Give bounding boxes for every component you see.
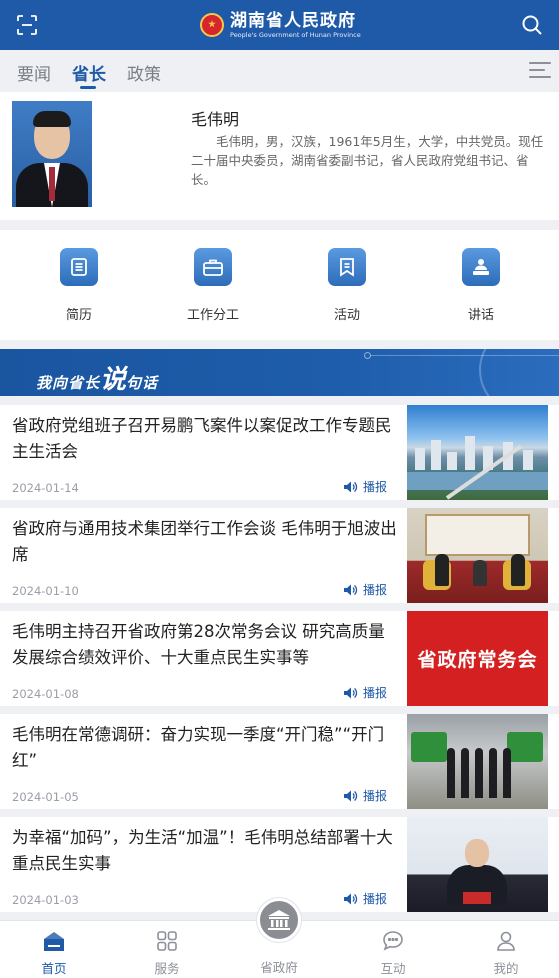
news-thumbnail: 省政府常务会 bbox=[407, 611, 548, 706]
news-thumbnail bbox=[407, 714, 548, 809]
speaker-icon bbox=[344, 584, 358, 595]
news-title: 省政府党组班子召开易鹏飞案件以案促改工作专题民主生活会 bbox=[12, 416, 392, 461]
news-date: 2024-01-05 bbox=[12, 790, 79, 804]
news-thumbnail bbox=[407, 405, 548, 500]
speaker-icon bbox=[344, 687, 358, 698]
search-button[interactable] bbox=[517, 10, 547, 40]
nav-interact[interactable]: 互动 bbox=[358, 929, 428, 977]
tab-news[interactable]: 要闻 bbox=[17, 60, 51, 85]
user-icon bbox=[497, 931, 515, 951]
briefcase-icon bbox=[194, 248, 232, 286]
broadcast-button[interactable]: 播报 bbox=[344, 684, 387, 701]
top-tabs: 要闻 省长 政策 bbox=[0, 50, 559, 92]
news-title: 毛伟明在常德调研：奋力实现一季度“开门稳”“开门红” bbox=[12, 725, 385, 770]
news-title: 毛伟明主持召开省政府第28次常务会议 研究高质量发展综合绩效评价、十大重点民生实… bbox=[12, 622, 385, 667]
speaker-icon bbox=[344, 790, 358, 801]
banner-text: 我向省长说句话 bbox=[36, 365, 159, 395]
bookmark-icon bbox=[328, 248, 366, 286]
speech-icon bbox=[462, 248, 500, 286]
news-thumbnail bbox=[407, 817, 548, 912]
nav-provincial-gov-label: 省政府 bbox=[260, 960, 298, 975]
speaker-icon bbox=[344, 893, 358, 904]
news-date: 2024-01-03 bbox=[12, 893, 79, 907]
nav-provincial-gov[interactable] bbox=[257, 898, 301, 942]
governor-bio: 毛伟明，男，汉族，1961年5月生，大学，中共党员。现任二十届中央委员，湖南省委… bbox=[191, 134, 544, 187]
action-activities[interactable]: 活动 bbox=[307, 248, 387, 323]
broadcast-button[interactable]: 播报 bbox=[344, 581, 387, 598]
news-date: 2024-01-14 bbox=[12, 481, 79, 495]
tab-governor[interactable]: 省长 bbox=[72, 60, 106, 85]
action-activities-label: 活动 bbox=[333, 308, 360, 323]
news-item[interactable]: 毛伟明在常德调研：奋力实现一季度“开门稳”“开门红” 2024-01-05 播报 bbox=[0, 714, 559, 809]
quick-actions: 简历 工作分工 活动 讲话 bbox=[0, 230, 559, 340]
action-duties[interactable]: 工作分工 bbox=[173, 248, 253, 323]
grid-icon bbox=[157, 931, 177, 951]
nav-services[interactable]: 服务 bbox=[132, 929, 202, 977]
search-icon bbox=[522, 15, 542, 35]
active-tab-indicator bbox=[80, 86, 96, 89]
action-resume-label: 简历 bbox=[65, 308, 92, 323]
news-title: 省政府与通用技术集团举行工作会谈 毛伟明于旭波出席 bbox=[12, 519, 397, 564]
message-governor-banner[interactable]: 我向省长说句话 bbox=[0, 349, 559, 396]
scan-icon bbox=[17, 15, 37, 35]
action-resume[interactable]: 简历 bbox=[39, 248, 119, 323]
nav-home[interactable]: 首页 bbox=[19, 929, 89, 977]
chat-icon bbox=[383, 931, 403, 951]
news-item[interactable]: 省政府党组班子召开易鹏飞案件以案促改工作专题民主生活会 2024-01-14 播… bbox=[0, 405, 559, 500]
nav-mine-label: 我的 bbox=[493, 961, 519, 976]
broadcast-button[interactable]: 播报 bbox=[344, 890, 387, 907]
brand-logo: 湖南省人民政府 People's Government of Hunan Pro… bbox=[200, 8, 361, 42]
nav-home-label: 首页 bbox=[41, 961, 67, 976]
resume-icon bbox=[60, 248, 98, 286]
national-emblem-icon bbox=[200, 13, 224, 37]
scan-button[interactable] bbox=[12, 10, 42, 40]
app-header: 湖南省人民政府 People's Government of Hunan Pro… bbox=[0, 0, 559, 50]
menu-icon[interactable] bbox=[529, 62, 551, 80]
brand-subtitle: People's Government of Hunan Province bbox=[230, 30, 361, 39]
home-icon bbox=[44, 932, 64, 951]
tab-policy[interactable]: 政策 bbox=[127, 60, 161, 85]
app-root: 湖南省人民政府 People's Government of Hunan Pro… bbox=[0, 0, 559, 978]
nav-interact-label: 互动 bbox=[380, 961, 406, 976]
broadcast-button[interactable]: 播报 bbox=[344, 478, 387, 495]
broadcast-button[interactable]: 播报 bbox=[344, 787, 387, 804]
news-item[interactable]: 省政府与通用技术集团举行工作会谈 毛伟明于旭波出席 2024-01-10 播报 bbox=[0, 508, 559, 603]
nav-services-label: 服务 bbox=[154, 961, 180, 976]
action-duties-label: 工作分工 bbox=[186, 308, 239, 323]
news-item[interactable]: 毛伟明主持召开省政府第28次常务会议 研究高质量发展综合绩效评价、十大重点民生实… bbox=[0, 611, 559, 706]
action-speeches-label: 讲话 bbox=[467, 308, 494, 323]
government-building-icon bbox=[268, 910, 290, 930]
governor-portrait bbox=[12, 101, 92, 207]
governor-profile: 毛伟明 毛伟明，男，汉族，1961年5月生，大学，中共党员。现任二十届中央委员，… bbox=[0, 92, 559, 220]
news-date: 2024-01-08 bbox=[12, 687, 79, 701]
nav-mine[interactable]: 我的 bbox=[471, 929, 541, 977]
governor-name: 毛伟明 bbox=[191, 110, 240, 129]
speaker-icon bbox=[344, 481, 358, 492]
thumbnail-text: 省政府常务会 bbox=[417, 649, 538, 671]
news-title: 为幸福“加码”，为生活“加温”！毛伟明总结部署十大重点民生实事 bbox=[12, 828, 393, 873]
action-speeches[interactable]: 讲话 bbox=[441, 248, 521, 323]
news-thumbnail bbox=[407, 508, 548, 603]
news-date: 2024-01-10 bbox=[12, 584, 79, 598]
brand-title: 湖南省人民政府 bbox=[230, 10, 356, 31]
